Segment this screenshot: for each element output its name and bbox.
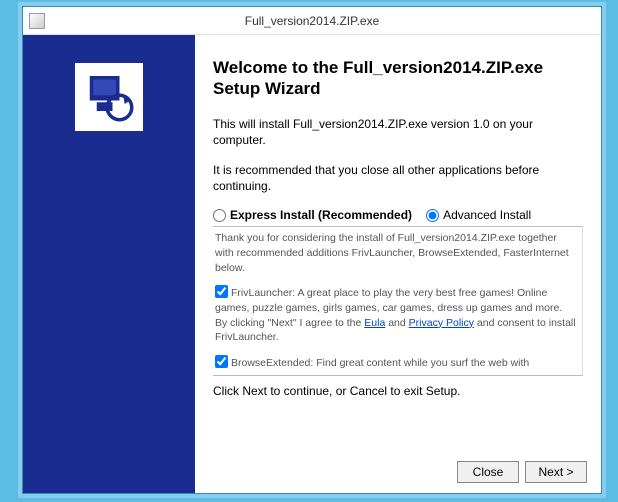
- app-icon: [29, 13, 45, 29]
- main-panel: Welcome to the Full_version2014.ZIP.exe …: [195, 35, 601, 493]
- sidebar: [23, 35, 195, 493]
- window-title: Full_version2014.ZIP.exe: [245, 14, 380, 28]
- express-install-option[interactable]: Express Install (Recommended): [213, 208, 412, 222]
- advanced-label: Advanced Install: [443, 208, 531, 222]
- thanks-text: Thank you for considering the install of…: [215, 231, 576, 275]
- offers-scroll-area[interactable]: Thank you for considering the install of…: [213, 226, 583, 376]
- intro-text: This will install Full_version2014.ZIP.e…: [213, 116, 583, 148]
- browseextended-offer: BrowseExtended: Find great content while…: [215, 355, 576, 371]
- frivlauncher-offer: FrivLauncher: A great place to play the …: [215, 285, 576, 345]
- next-button[interactable]: Next >: [525, 461, 587, 483]
- browse-label: BrowseExtended:: [231, 357, 313, 369]
- setup-window: Full_version2014.ZIP.exe Welcome to the …: [22, 6, 602, 494]
- recommend-text: It is recommended that you close all oth…: [213, 162, 583, 194]
- footer-instruction: Click Next to continue, or Cancel to exi…: [213, 384, 583, 398]
- close-button[interactable]: Close: [457, 461, 519, 483]
- browse-text: Find great content while you surf the we…: [313, 357, 529, 369]
- computer-disc-icon: [81, 69, 137, 125]
- button-row: Close Next >: [457, 461, 587, 483]
- browseextended-checkbox[interactable]: [215, 355, 228, 368]
- advanced-radio[interactable]: [426, 209, 439, 222]
- frivlauncher-checkbox[interactable]: [215, 285, 228, 298]
- express-radio[interactable]: [213, 209, 226, 222]
- express-label: Express Install (Recommended): [230, 208, 412, 222]
- installer-logo: [75, 63, 143, 131]
- content-area: Welcome to the Full_version2014.ZIP.exe …: [23, 35, 601, 493]
- privacy-link[interactable]: Privacy Policy: [409, 317, 474, 329]
- install-type-radios: Express Install (Recommended) Advanced I…: [213, 208, 583, 222]
- advanced-install-option[interactable]: Advanced Install: [426, 208, 531, 222]
- friv-label: FrivLauncher:: [231, 287, 295, 299]
- wizard-heading: Welcome to the Full_version2014.ZIP.exe …: [213, 57, 583, 100]
- eula-link[interactable]: Eula: [364, 317, 385, 329]
- titlebar: Full_version2014.ZIP.exe: [23, 7, 601, 35]
- and-text: and: [385, 317, 408, 329]
